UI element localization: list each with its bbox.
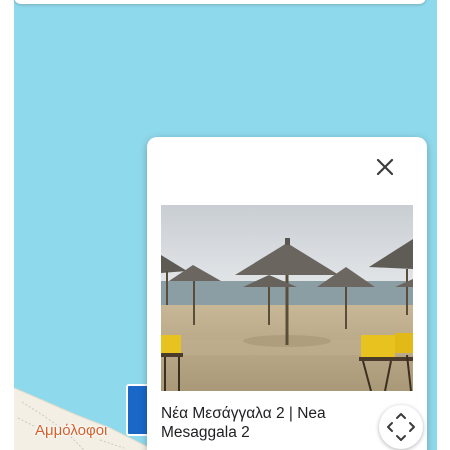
beach-umbrellas-photo [161,205,413,391]
place-title-line-2: Mesaggala 2 [161,424,250,441]
map-screen: Αμμόλοφοι Νέα Μεσάγγαλα 2 | Nea Mesaggal… [0,0,450,450]
expand-button[interactable] [379,405,423,449]
place-popup: Νέα Μεσάγγαλα 2 | Nea Mesaggala 2 [147,137,427,450]
place-title-line-1: Νέα Μεσάγγαλα 2 | Nea [161,405,326,422]
close-icon [376,158,394,176]
place-photo[interactable] [161,205,413,391]
expand-arrows-icon [387,413,415,441]
close-button[interactable] [373,155,397,179]
town-label: Αμμόλοφοι [35,422,108,439]
top-card [14,0,426,4]
place-title: Νέα Μεσάγγαλα 2 | Nea Mesaggala 2 [161,404,371,442]
